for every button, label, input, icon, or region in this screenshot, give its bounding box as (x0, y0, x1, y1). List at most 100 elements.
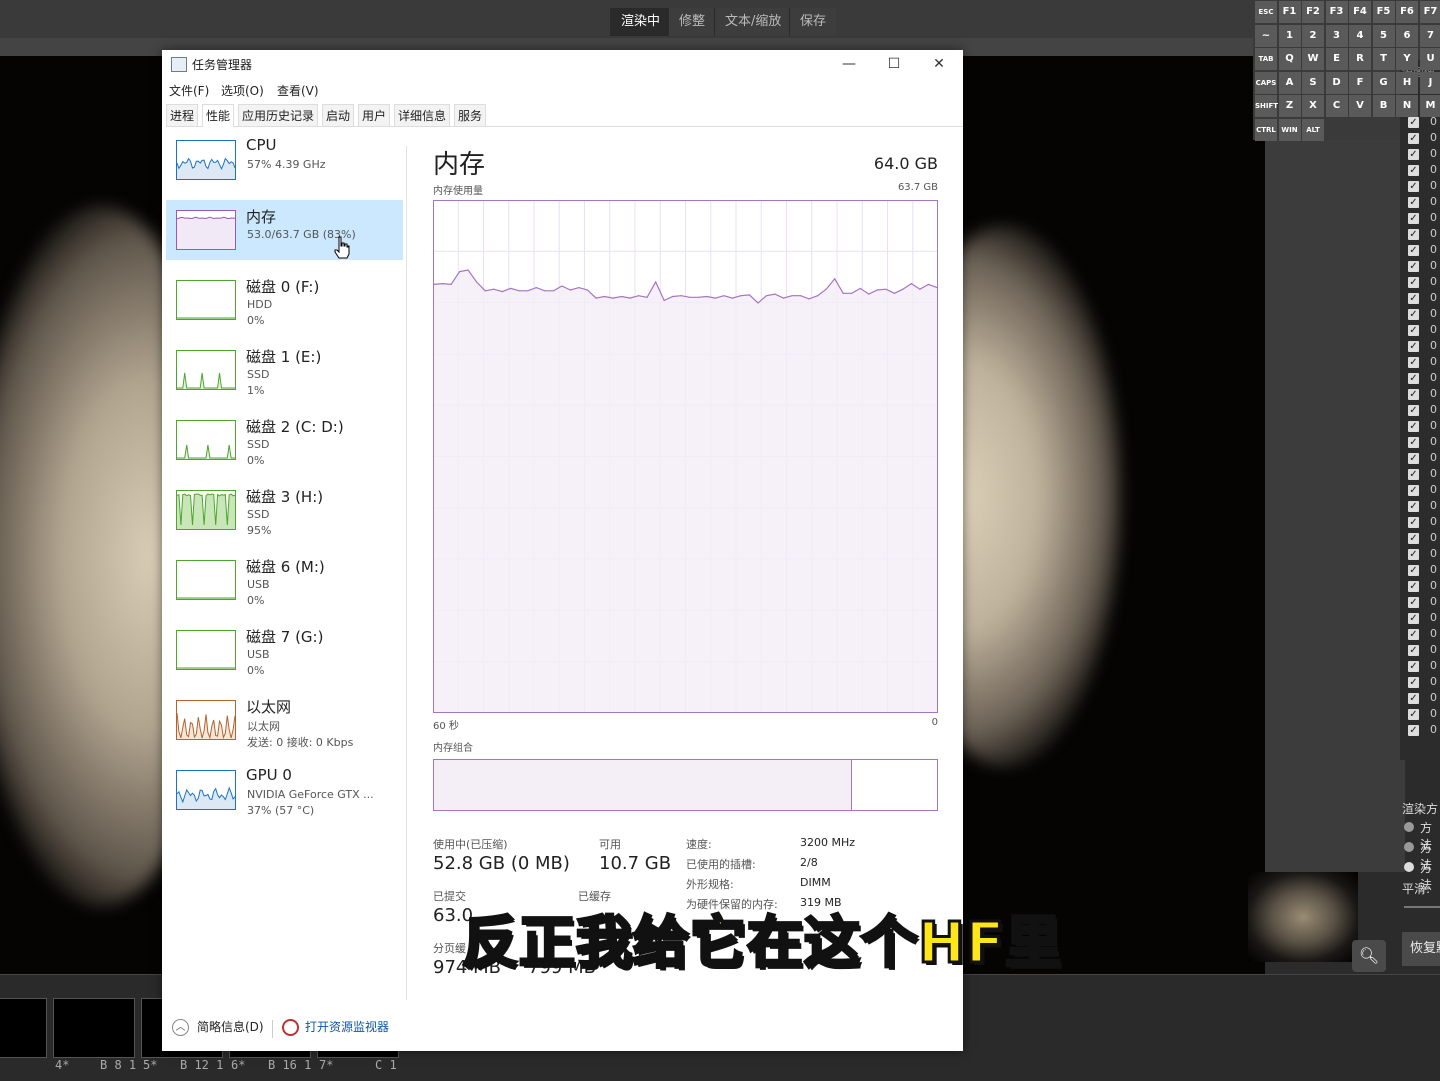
layer-checkbox[interactable]: ✓ (1408, 373, 1419, 384)
layer-checkbox[interactable]: ✓ (1408, 389, 1419, 400)
chart-point (706, 296, 707, 297)
open-resource-monitor-link[interactable]: 打开资源监视器 (282, 1018, 389, 1036)
host-tab-trim[interactable]: 修整 (668, 8, 715, 36)
layer-checkbox[interactable]: ✓ (1408, 517, 1419, 528)
layer-checkbox[interactable]: ✓ (1408, 469, 1419, 480)
layer-checkbox[interactable]: ✓ (1408, 661, 1419, 672)
layer-checkbox[interactable]: ✓ (1408, 453, 1419, 464)
layer-checkbox[interactable]: ✓ (1408, 421, 1419, 432)
magnifier-icon[interactable]: 🔍︎ (1352, 940, 1386, 972)
host-tab-save[interactable]: 保存 (789, 8, 836, 36)
layer-checkbox[interactable]: ✓ (1408, 133, 1419, 144)
tab-app-history[interactable]: 应用历史记录 (238, 104, 318, 126)
method-radio-1[interactable] (1404, 822, 1414, 832)
layer-checkbox[interactable]: ✓ (1408, 597, 1419, 608)
chart-point (783, 298, 784, 299)
keyboard-key: S (1302, 72, 1324, 94)
in-use-label: 使用中(已压缩) (433, 836, 508, 852)
resource-item[interactable]: 磁盘 6 (M:)USB0% (166, 550, 403, 610)
restore-default-button[interactable]: 恢复默 (1402, 932, 1440, 966)
menu-file[interactable]: 文件(F) (169, 82, 209, 99)
layer-value: 0 (1430, 291, 1437, 304)
resource-item[interactable]: CPU57% 4.39 GHz (166, 130, 403, 190)
chart-point (638, 295, 639, 296)
layer-checkbox[interactable]: ✓ (1408, 709, 1419, 720)
method-radio-3[interactable] (1404, 862, 1414, 872)
layer-checkbox[interactable]: ✓ (1408, 165, 1419, 176)
chart-point (689, 297, 690, 298)
maximize-button[interactable]: ☐ (871, 50, 917, 78)
layer-checkbox[interactable]: ✓ (1408, 565, 1419, 576)
film-thumb[interactable] (0, 998, 47, 1058)
chart-point (493, 289, 494, 290)
fewer-details-label: 简略信息(D) (197, 1020, 264, 1034)
resource-item[interactable]: 磁盘 1 (E:)SSD1% (166, 340, 403, 400)
keyboard-key: F6 (1396, 1, 1418, 23)
layer-value: 0 (1430, 387, 1437, 400)
chart-point (834, 278, 835, 279)
layer-checkbox[interactable]: ✓ (1408, 405, 1419, 416)
layer-checkbox[interactable]: ✓ (1408, 437, 1419, 448)
method-radio-2[interactable] (1404, 842, 1414, 852)
resource-item[interactable]: GPU 0NVIDIA GeForce GTX ...37% (57 °C) (166, 760, 403, 820)
smooth-slider[interactable] (1404, 906, 1440, 908)
layer-checkbox[interactable]: ✓ (1408, 645, 1419, 656)
layer-checkbox[interactable]: ✓ (1408, 325, 1419, 336)
layer-checkbox[interactable]: ✓ (1408, 725, 1419, 736)
layer-value: 0 (1430, 707, 1437, 720)
layer-checkbox[interactable]: ✓ (1408, 277, 1419, 288)
resource-item[interactable]: 磁盘 3 (H:)SSD95% (166, 480, 403, 540)
chart-point (800, 295, 801, 296)
layer-checkbox[interactable]: ✓ (1408, 261, 1419, 272)
chart-area (434, 270, 937, 712)
layer-checkbox[interactable]: ✓ (1408, 149, 1419, 160)
menu-options[interactable]: 选项(O) (221, 82, 264, 99)
layer-checkbox[interactable]: ✓ (1408, 501, 1419, 512)
resource-mini-graph (176, 770, 236, 810)
layer-checkbox[interactable]: ✓ (1408, 245, 1419, 256)
keyboard-key: F7 (1420, 1, 1440, 23)
menu-view[interactable]: 查看(V) (277, 82, 319, 99)
pane-divider[interactable] (406, 146, 407, 1000)
layer-checkbox[interactable]: ✓ (1408, 341, 1419, 352)
tab-startup[interactable]: 启动 (322, 104, 354, 126)
tab-performance[interactable]: 性能 (202, 104, 234, 127)
layer-checkbox[interactable]: ✓ (1408, 229, 1419, 240)
resource-mini-graph (176, 350, 236, 390)
resource-sub1: NVIDIA GeForce GTX ... (247, 788, 374, 801)
layer-checkbox[interactable]: ✓ (1408, 581, 1419, 592)
film-thumb[interactable] (53, 998, 135, 1058)
tab-services[interactable]: 服务 (454, 104, 486, 126)
close-button[interactable]: ✕ (916, 50, 962, 78)
host-tab-text-zoom[interactable]: 文本/缩放 (714, 8, 791, 36)
layer-checkbox[interactable]: ✓ (1408, 213, 1419, 224)
tab-details[interactable]: 详细信息 (394, 104, 450, 126)
preview-thumbnail (1248, 872, 1358, 962)
layer-checkbox[interactable]: ✓ (1408, 485, 1419, 496)
resource-item[interactable]: 以太网以太网发送: 0 接收: 0 Kbps (166, 690, 403, 750)
layer-checkbox[interactable]: ✓ (1408, 533, 1419, 544)
layer-checkbox[interactable]: ✓ (1408, 629, 1419, 640)
fewer-details-button[interactable]: ︿简略信息(D) (172, 1018, 264, 1036)
layer-checkbox[interactable]: ✓ (1408, 677, 1419, 688)
resource-item[interactable]: 磁盘 7 (G:)USB0% (166, 620, 403, 680)
resource-sub1: SSD (247, 368, 269, 381)
host-tab-rendering[interactable]: 渲染中 (610, 8, 670, 36)
layer-checkbox[interactable]: ✓ (1408, 293, 1419, 304)
tab-users[interactable]: 用户 (358, 104, 390, 126)
resource-mini-graph (176, 280, 236, 320)
resource-item[interactable]: 内存53.0/63.7 GB (83%) (166, 200, 403, 260)
layer-checkbox[interactable]: ✓ (1408, 181, 1419, 192)
layer-checkbox[interactable]: ✓ (1408, 613, 1419, 624)
layer-checkbox[interactable]: ✓ (1408, 693, 1419, 704)
layer-checkbox[interactable]: ✓ (1408, 357, 1419, 368)
tab-processes[interactable]: 进程 (166, 104, 198, 126)
layer-checkbox[interactable]: ✓ (1408, 197, 1419, 208)
layer-checkbox[interactable]: ✓ (1408, 549, 1419, 560)
resource-item[interactable]: 磁盘 0 (F:)HDD0% (166, 270, 403, 330)
task-manager-icon (171, 57, 187, 72)
minimize-button[interactable]: — (826, 50, 872, 78)
layer-checkbox[interactable]: ✓ (1408, 117, 1419, 128)
layer-checkbox[interactable]: ✓ (1408, 309, 1419, 320)
resource-item[interactable]: 磁盘 2 (C: D:)SSD0% (166, 410, 403, 470)
